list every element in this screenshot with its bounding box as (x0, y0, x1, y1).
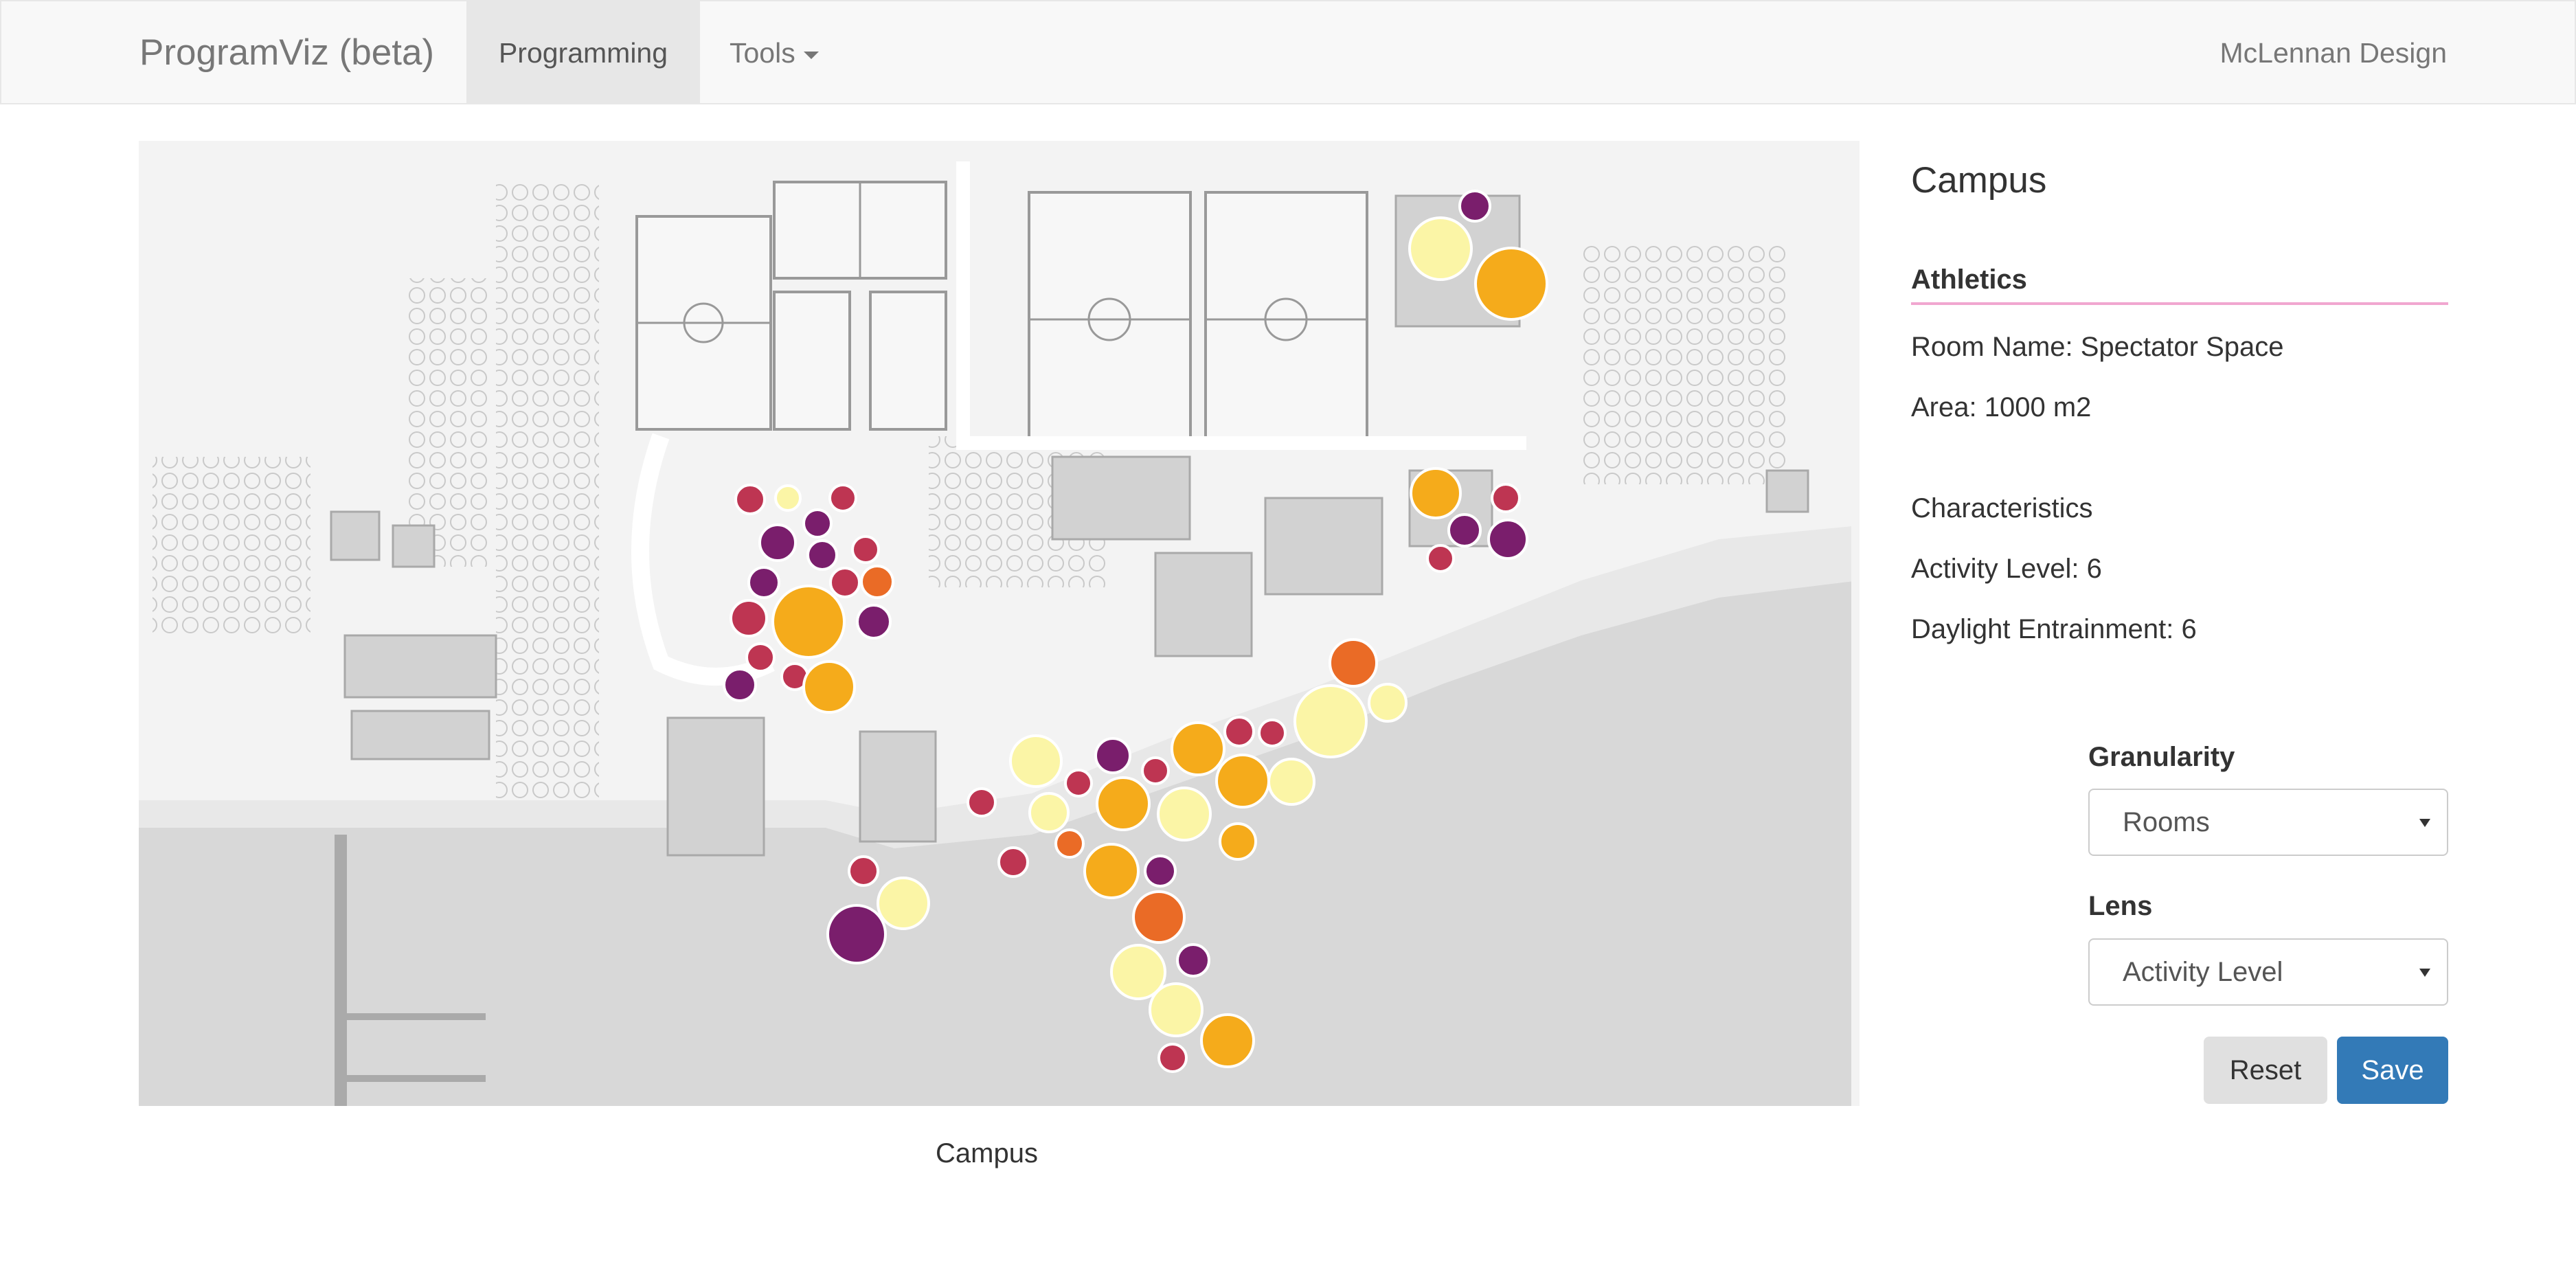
program-bubble[interactable] (1141, 756, 1170, 785)
program-bubble[interactable] (851, 535, 880, 564)
program-bubble[interactable] (745, 642, 776, 673)
nav-item-tools[interactable]: Tools (730, 1, 819, 104)
program-bubble[interactable] (1064, 769, 1093, 798)
program-bubble[interactable] (1157, 787, 1212, 841)
program-bubble[interactable] (758, 523, 797, 562)
nav-item-tools-label: Tools (730, 37, 795, 69)
campus-map[interactable] (139, 141, 1860, 1106)
program-bubble[interactable] (747, 566, 780, 599)
program-bubble[interactable] (848, 855, 879, 887)
lens-label: Lens (2088, 891, 2153, 921)
program-bubble[interactable] (826, 904, 887, 964)
lens-select[interactable]: Activity Level (2088, 938, 2448, 1006)
program-bubble[interactable] (1149, 982, 1204, 1037)
top-navbar: ProgramViz (beta) Programming Tools McLe… (0, 0, 2576, 104)
program-bubble[interactable] (967, 787, 997, 817)
tree-cluster (407, 278, 489, 567)
map-caption: Campus (936, 1138, 1038, 1168)
program-bubble[interactable] (723, 668, 757, 702)
program-bubble[interactable] (802, 660, 856, 714)
program-bubble[interactable] (856, 604, 892, 640)
program-bubble[interactable] (1176, 943, 1210, 978)
lens-select-value: Activity Level (2123, 957, 2283, 987)
program-bubble[interactable] (1215, 754, 1270, 809)
program-bubble[interactable] (997, 846, 1029, 878)
save-button[interactable]: Save (2337, 1037, 2448, 1104)
granularity-label: Granularity (2088, 742, 2235, 772)
activity-level-text: Activity Level: 6 (1911, 554, 2102, 584)
program-bubble[interactable] (860, 565, 894, 599)
program-bubble[interactable] (806, 539, 838, 571)
program-bubble[interactable] (1458, 190, 1491, 223)
program-bubble[interactable] (802, 508, 833, 539)
select-arrow-icon (2419, 819, 2430, 827)
program-bubble[interactable] (1028, 792, 1070, 833)
program-bubble[interactable] (1258, 719, 1287, 747)
program-bubble[interactable] (1096, 776, 1151, 831)
reset-button[interactable]: Reset (2204, 1037, 2327, 1104)
nav-item-mclennan-design[interactable]: McLennan Design (2220, 1, 2447, 104)
program-bubble[interactable] (1009, 734, 1063, 788)
section-divider (1911, 302, 2448, 305)
program-bubble[interactable] (1157, 1043, 1188, 1073)
program-bubble[interactable] (1132, 890, 1186, 944)
select-arrow-icon (2419, 969, 2430, 977)
program-bubble[interactable] (1410, 467, 1462, 519)
program-bubble[interactable] (734, 484, 766, 515)
program-bubble[interactable] (1329, 638, 1378, 688)
program-bubble[interactable] (1447, 513, 1482, 547)
program-bubble[interactable] (1487, 519, 1528, 560)
program-bubble[interactable] (1368, 683, 1408, 723)
program-bubble[interactable] (1083, 843, 1140, 899)
program-bubble[interactable] (1200, 1013, 1255, 1068)
daylight-entrainment-text: Daylight Entrainment: 6 (1911, 614, 2197, 644)
room-name-text: Room Name: Spectator Space (1911, 332, 2284, 362)
program-bubble[interactable] (1223, 716, 1255, 747)
program-bubble[interactable] (1426, 544, 1455, 573)
program-bubble[interactable] (1474, 247, 1548, 321)
granularity-select-value: Rooms (2123, 807, 2210, 837)
tree-cluster (152, 457, 310, 635)
program-bubble[interactable] (1491, 483, 1521, 513)
program-bubble[interactable] (1171, 721, 1225, 776)
section-title: Athletics (1911, 264, 2027, 295)
program-bubble[interactable] (1293, 684, 1368, 758)
characteristics-label: Characteristics (1911, 493, 2093, 523)
caret-down-icon (803, 51, 819, 59)
granularity-select[interactable]: Rooms (2088, 789, 2448, 856)
area-text: Area: 1000 m2 (1911, 392, 2092, 422)
program-bubble[interactable] (1408, 216, 1473, 281)
program-bubble[interactable] (1054, 828, 1085, 859)
program-bubble[interactable] (829, 567, 861, 598)
program-bubble[interactable] (774, 484, 802, 512)
panel-title: Campus (1911, 160, 2047, 201)
tree-cluster (496, 182, 599, 800)
app-brand[interactable]: ProgramViz (beta) (139, 1, 434, 104)
program-bubble[interactable] (771, 585, 846, 659)
program-bubble[interactable] (877, 877, 930, 930)
program-bubble[interactable] (1219, 822, 1257, 861)
nav-item-programming[interactable]: Programming (466, 1, 700, 104)
program-bubble[interactable] (1267, 758, 1315, 806)
campus-map-canvas (139, 141, 1851, 1106)
program-bubble[interactable] (730, 599, 768, 637)
program-bubble[interactable] (1094, 737, 1131, 774)
program-bubble[interactable] (1144, 855, 1177, 888)
tree-cluster (1581, 244, 1787, 484)
program-bubble[interactable] (828, 484, 857, 512)
